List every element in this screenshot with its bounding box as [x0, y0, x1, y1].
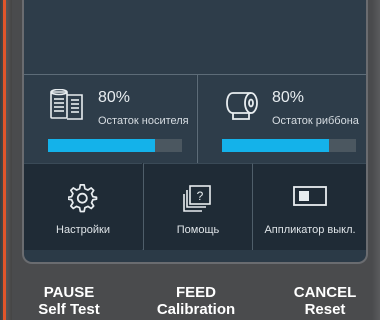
media-progress-bar: [48, 139, 182, 152]
pause-label: PAUSE: [43, 284, 95, 301]
feed-hardware-button[interactable]: FEED Calibration: [150, 284, 242, 318]
hardware-buttons: PAUSE Self Test FEED Calibration CANCEL …: [0, 284, 380, 320]
media-status-card: 80% Остаток носителя: [24, 75, 196, 163]
ribbon-roll-icon: [226, 92, 258, 120]
help-icon: ?: [183, 185, 211, 212]
media-roll-icon: [50, 89, 83, 120]
menu-buttons: Настройки ? Помощь Аппликатор выкл.: [24, 163, 366, 250]
cancel-hardware-button[interactable]: CANCEL Reset: [288, 284, 362, 318]
settings-button-label: Настройки: [56, 224, 110, 236]
help-button-label: Помощь: [176, 224, 220, 236]
self-test-label: Self Test: [38, 301, 100, 318]
cancel-label: CANCEL: [293, 284, 357, 301]
gear-icon: [68, 184, 98, 213]
media-percent: 80%: [98, 89, 131, 106]
bezel-accent-strip: [3, 0, 6, 320]
ribbon-status-card: 80% Остаток риббона: [197, 75, 366, 163]
ribbon-progress-bar: [222, 139, 356, 152]
ribbon-remaining-label: Остаток риббона: [272, 115, 359, 127]
display-screen: 80% Остаток носителя 80% Остаток риббона: [22, 0, 368, 264]
reset-label: Reset: [304, 301, 346, 318]
ribbon-progress-fill: [222, 139, 330, 152]
calibration-label: Calibration: [156, 301, 236, 318]
pause-hardware-button[interactable]: PAUSE Self Test: [34, 284, 104, 318]
help-button[interactable]: ? Помощь: [143, 163, 252, 250]
ribbon-percent: 80%: [272, 89, 305, 106]
right-bezel: [372, 0, 380, 320]
media-progress-fill: [48, 139, 156, 152]
media-remaining-label: Остаток носителя: [98, 115, 189, 127]
applicator-toggle-icon: [293, 186, 327, 206]
settings-button[interactable]: Настройки: [24, 163, 142, 250]
applicator-toggle-button[interactable]: Аппликатор выкл.: [252, 163, 366, 250]
left-bezel: [0, 0, 12, 320]
svg-text:?: ?: [197, 189, 204, 203]
applicator-button-label: Аппликатор выкл.: [264, 224, 356, 236]
feed-label: FEED: [175, 284, 216, 301]
screen-top-area: [24, 0, 366, 74]
